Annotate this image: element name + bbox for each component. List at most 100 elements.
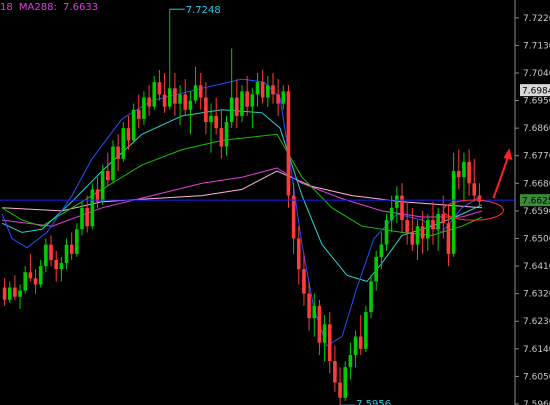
low-price-annotation: 7.5956	[356, 399, 391, 405]
candle-body	[312, 305, 317, 319]
candle-body	[90, 189, 95, 227]
candle-body	[451, 171, 456, 254]
tick-label: 7.6230	[523, 317, 550, 327]
candle-body	[85, 207, 89, 227]
candle-body	[80, 207, 84, 230]
candle-body	[240, 91, 244, 116]
candle-body	[126, 128, 131, 141]
candle-body	[204, 97, 208, 123]
candle-body	[121, 128, 126, 159]
candle-body	[255, 82, 260, 95]
candle-body	[410, 232, 415, 245]
candle-body	[224, 122, 229, 147]
tick-label: 7.7220	[523, 14, 550, 24]
candle-body	[266, 85, 270, 98]
candle-body	[333, 361, 337, 383]
candle-body	[173, 88, 177, 104]
candle-body	[327, 324, 332, 362]
candle-body	[28, 272, 33, 279]
candle-body	[106, 171, 110, 181]
candle-body	[441, 213, 446, 224]
candle-body	[214, 115, 218, 129]
candle-body	[456, 171, 461, 178]
candle-body	[281, 91, 286, 104]
candle-body	[296, 238, 301, 270]
candle-body	[307, 293, 311, 319]
candle-body	[147, 97, 151, 107]
candle-body	[2, 287, 7, 300]
candle-body	[343, 367, 348, 398]
candle-body	[157, 82, 162, 95]
candle-body	[38, 266, 43, 285]
candle-body	[369, 281, 373, 313]
candle-body	[209, 115, 213, 123]
candle-body	[358, 336, 363, 349]
candle-body	[142, 97, 146, 119]
cursor-price-tag: 7.6625	[522, 197, 550, 207]
tick-label: 7.5960	[523, 400, 550, 405]
candle-body	[75, 229, 79, 254]
tick-label: 7.6860	[523, 124, 550, 134]
candle-body	[374, 256, 378, 282]
candle-body	[188, 100, 193, 110]
candle-body	[426, 220, 430, 239]
candle-body	[229, 97, 234, 123]
candle-body	[364, 312, 368, 349]
candle-body	[23, 272, 28, 291]
candle-body	[291, 195, 296, 239]
candle-body	[245, 91, 249, 107]
candle-body	[152, 82, 157, 107]
candle-body	[13, 287, 17, 297]
candle-body	[198, 85, 203, 98]
tick-label: 7.6410	[523, 262, 550, 272]
tick-label: 7.6950	[523, 97, 550, 107]
candle-body	[219, 128, 224, 147]
candle-body	[384, 220, 389, 245]
candle-body	[69, 244, 74, 254]
tick-label: 7.6680	[523, 179, 550, 189]
candle-body	[436, 213, 440, 230]
tick-label: 7.7040	[523, 69, 550, 79]
candle-body	[54, 259, 58, 270]
candle-body	[302, 269, 306, 294]
candle-body	[136, 109, 141, 119]
candle-body	[111, 146, 115, 181]
candle-body	[353, 336, 358, 355]
ma-value: 7.6633	[63, 2, 99, 13]
candle-body	[462, 161, 466, 178]
candle-body	[271, 85, 275, 95]
ma-legend: 18 MA288: 7.6633	[0, 2, 101, 13]
candle-body	[116, 146, 120, 159]
candle-body	[131, 109, 136, 141]
candle-body	[322, 324, 327, 343]
tick-label: 7.7130	[523, 41, 550, 51]
candle-body	[395, 195, 399, 208]
candle-body	[178, 94, 182, 104]
candle-body	[467, 161, 471, 184]
candle-body	[7, 287, 12, 300]
ma-label: MA288:	[18, 2, 57, 13]
tick-label: 7.6050	[523, 372, 550, 382]
candle-body	[348, 354, 353, 368]
tick-label: 7.6320	[523, 290, 550, 300]
candle-body	[472, 183, 477, 196]
candle-body	[44, 244, 48, 267]
candle-body	[286, 91, 291, 196]
tick-label: 7.6500	[523, 234, 550, 244]
legend-prefix: 18	[0, 2, 13, 13]
candle-body	[250, 94, 255, 107]
candle-body	[420, 226, 425, 239]
candle-body	[33, 278, 38, 285]
price-chart[interactable]: 7.7248 7.5956 7.7220 7.7130 7.7040 7.6950 7.6…	[0, 0, 550, 405]
candle-body	[59, 263, 64, 270]
tick-label: 7.6140	[523, 345, 550, 355]
high-price-annotation: 7.7248	[186, 5, 221, 16]
tick-label: 7.6770	[523, 152, 550, 162]
candle-body	[64, 244, 69, 264]
candle-body	[317, 305, 322, 343]
candle-body	[260, 82, 265, 98]
candle-body	[431, 220, 435, 230]
candle-body	[235, 97, 239, 116]
candle-body	[276, 94, 280, 104]
candle-body	[18, 290, 22, 297]
